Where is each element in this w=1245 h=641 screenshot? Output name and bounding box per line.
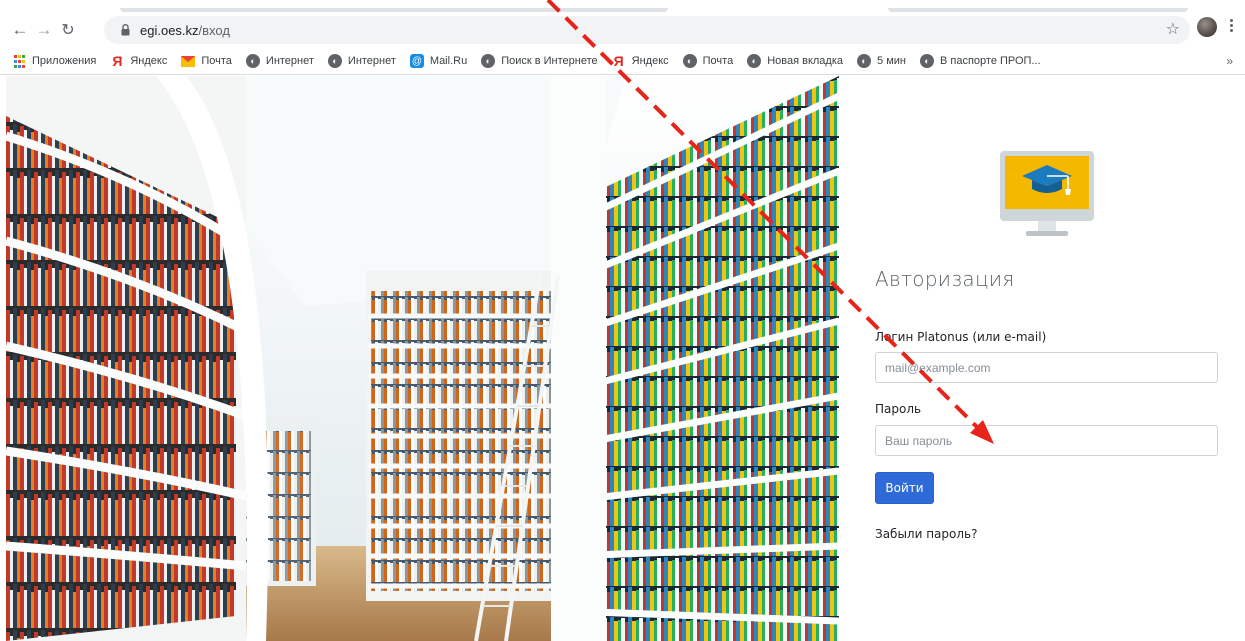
password-input[interactable] bbox=[875, 425, 1218, 456]
bookmark-internet-1[interactable]: ◐ Интернет bbox=[245, 54, 314, 68]
bookmark-mailru[interactable]: @ Mail.Ru bbox=[409, 54, 468, 68]
reload-icon[interactable]: ↻ bbox=[57, 19, 79, 41]
bookmark-label: 5 мин bbox=[877, 55, 906, 67]
login-button[interactable]: Войти bbox=[875, 472, 934, 504]
url-text: egi.oes.kz/вход bbox=[140, 23, 230, 38]
back-icon[interactable]: ← bbox=[9, 19, 31, 41]
bookmark-mail-2[interactable]: ◐ Почта bbox=[682, 54, 734, 68]
globe-icon: ◐ bbox=[327, 54, 342, 68]
yandex-icon: Я bbox=[613, 53, 624, 69]
globe-icon: ◐ bbox=[481, 54, 496, 68]
lock-icon bbox=[118, 24, 132, 36]
forgot-password-link[interactable]: Забыли пароль? bbox=[875, 527, 977, 541]
bookmark-apps[interactable]: Приложения bbox=[12, 54, 96, 68]
library-hero-image bbox=[6, 76, 839, 641]
globe-icon: ◐ bbox=[747, 54, 762, 68]
globe-icon: ◐ bbox=[682, 54, 697, 68]
login-label: Логин Platonus (или e-mail) bbox=[875, 330, 1047, 344]
bookmark-label: Почта bbox=[702, 55, 734, 67]
bookmark-label: Приложения bbox=[32, 55, 97, 67]
library-illustration bbox=[6, 76, 839, 641]
browser-toolbar: ← → ↻ egi.oes.kz/вход ☆ bbox=[0, 12, 1245, 48]
auth-title: Авторизация bbox=[875, 267, 1015, 291]
browser-menu-icon[interactable] bbox=[1228, 19, 1234, 32]
address-bar[interactable]: egi.oes.kz/вход ☆ bbox=[104, 16, 1190, 44]
yandex-icon: Я bbox=[112, 53, 123, 69]
bookmark-mail[interactable]: Почта bbox=[181, 54, 232, 68]
forward-icon[interactable]: → bbox=[33, 19, 55, 41]
bookmark-5min[interactable]: ◐ 5 мин bbox=[857, 54, 906, 68]
bookmark-label: Поиск в Интернете bbox=[501, 55, 598, 67]
globe-icon: ◐ bbox=[857, 54, 872, 68]
bookmark-label: Mail.Ru bbox=[429, 55, 468, 67]
bookmark-label: Новая вкладка bbox=[767, 55, 844, 67]
globe-icon: ◐ bbox=[919, 54, 934, 68]
bookmark-internet-2[interactable]: ◐ Интернет bbox=[327, 54, 396, 68]
bookmark-label: Почта bbox=[201, 55, 232, 67]
bookmarks-bar: Приложения Я Яндекс Почта ◐ Интернет ◐ И… bbox=[0, 48, 1245, 75]
graduation-monitor-logo-icon bbox=[1000, 151, 1094, 241]
bookmark-label: В паспорте ПРОП... bbox=[939, 55, 1041, 67]
password-label: Пароль bbox=[875, 402, 922, 416]
globe-icon: ◐ bbox=[245, 54, 260, 68]
bookmark-new-tab[interactable]: ◐ Новая вкладка bbox=[747, 54, 843, 68]
bookmark-label: Яндекс bbox=[631, 55, 669, 67]
bookmark-label: Интернет bbox=[265, 55, 314, 67]
bookmark-star-icon[interactable]: ☆ bbox=[1166, 19, 1180, 39]
bookmark-yandex-2[interactable]: Я Яндекс bbox=[612, 53, 669, 69]
url-host: egi.oes.kz bbox=[140, 22, 199, 38]
bookmark-passport[interactable]: ◐ В паспорте ПРОП... bbox=[919, 54, 1041, 68]
bookmark-label: Яндекс bbox=[130, 55, 168, 67]
url-path: /вход bbox=[198, 22, 230, 38]
bookmark-search[interactable]: ◐ Поиск в Интернете bbox=[481, 54, 598, 68]
auth-panel: Авторизация Логин Platonus (или e-mail) … bbox=[839, 76, 1245, 641]
bookmark-label: Интернет bbox=[347, 55, 396, 67]
gmail-icon bbox=[181, 54, 196, 68]
login-input[interactable] bbox=[875, 352, 1218, 383]
tab-strip bbox=[0, 0, 1245, 12]
apps-icon bbox=[12, 54, 26, 68]
bookmark-yandex[interactable]: Я Яндекс bbox=[110, 53, 168, 69]
mailru-icon: @ bbox=[409, 54, 424, 68]
profile-avatar[interactable] bbox=[1197, 17, 1217, 37]
bookmarks-overflow-icon[interactable]: » bbox=[1226, 54, 1233, 68]
